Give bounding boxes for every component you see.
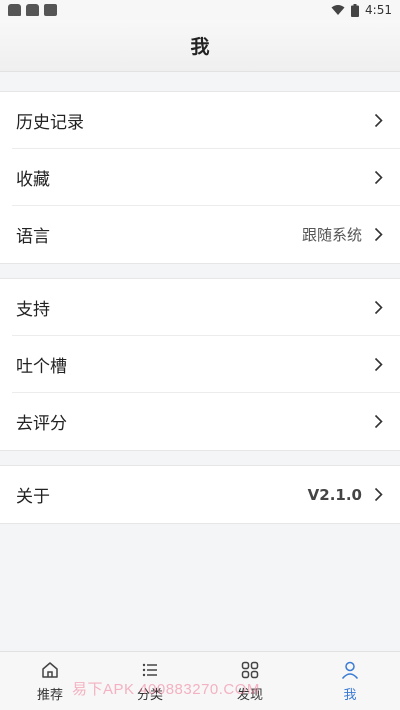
chevron-right-icon xyxy=(372,487,384,503)
notification-icons xyxy=(8,4,57,16)
chevron-right-icon xyxy=(372,169,384,185)
tab-discover[interactable]: 发现 xyxy=(200,652,300,710)
row-favorites[interactable]: 收藏 xyxy=(12,149,400,206)
tab-category[interactable]: 分类 xyxy=(100,652,200,710)
chevron-right-icon xyxy=(372,414,384,430)
chevron-right-icon xyxy=(372,299,384,315)
tab-label: 发现 xyxy=(236,687,263,703)
system-status: 4:51 xyxy=(331,3,392,17)
row-history[interactable]: 历史记录 xyxy=(12,92,400,149)
chevron-right-icon xyxy=(372,227,384,243)
notification-icon xyxy=(26,4,39,16)
tab-label: 我 xyxy=(343,687,357,703)
language-value: 跟随系统 xyxy=(301,226,362,244)
grid-icon xyxy=(241,661,259,678)
row-label: 支持 xyxy=(16,299,50,320)
row-feedback[interactable]: 吐个槽 xyxy=(12,336,400,393)
status-bar: 4:51 xyxy=(0,0,400,20)
tab-recommend[interactable]: 推荐 xyxy=(0,652,100,710)
chevron-right-icon xyxy=(372,112,384,128)
list-icon xyxy=(142,663,157,676)
row-support[interactable]: 支持 xyxy=(12,279,400,336)
row-label: 历史记录 xyxy=(16,112,84,133)
settings-group-2: 支持 吐个槽 去评分 xyxy=(0,278,400,451)
row-label: 去评分 xyxy=(16,414,67,434)
tab-label: 推荐 xyxy=(36,687,63,703)
row-label: 语言 xyxy=(16,227,50,247)
tab-me[interactable]: 我 xyxy=(300,652,400,710)
bottom-tab-bar: 推荐 分类 发现 我 xyxy=(0,651,400,710)
settings-group-3: 关于 V2.1.0 xyxy=(0,465,400,524)
notification-icon xyxy=(8,4,21,16)
notification-icon xyxy=(44,4,57,16)
row-language[interactable]: 语言 跟随系统 xyxy=(12,206,400,263)
tab-label: 分类 xyxy=(136,687,163,703)
row-label: 关于 xyxy=(16,487,50,507)
row-rate[interactable]: 去评分 xyxy=(12,393,400,450)
top-bar: 我 xyxy=(0,20,400,72)
version-value: V2.1.0 xyxy=(307,485,362,504)
row-label: 吐个槽 xyxy=(16,356,67,377)
row-label: 收藏 xyxy=(16,169,50,190)
wifi-icon xyxy=(331,5,345,15)
user-icon xyxy=(341,661,359,679)
page-title: 我 xyxy=(190,36,210,58)
settings-group-1: 历史记录 收藏 语言 跟随系统 xyxy=(0,91,400,264)
battery-icon xyxy=(351,3,360,17)
status-time: 4:51 xyxy=(365,3,392,17)
row-about[interactable]: 关于 V2.1.0 xyxy=(12,466,400,523)
home-icon xyxy=(42,661,58,678)
chevron-right-icon xyxy=(372,356,384,372)
